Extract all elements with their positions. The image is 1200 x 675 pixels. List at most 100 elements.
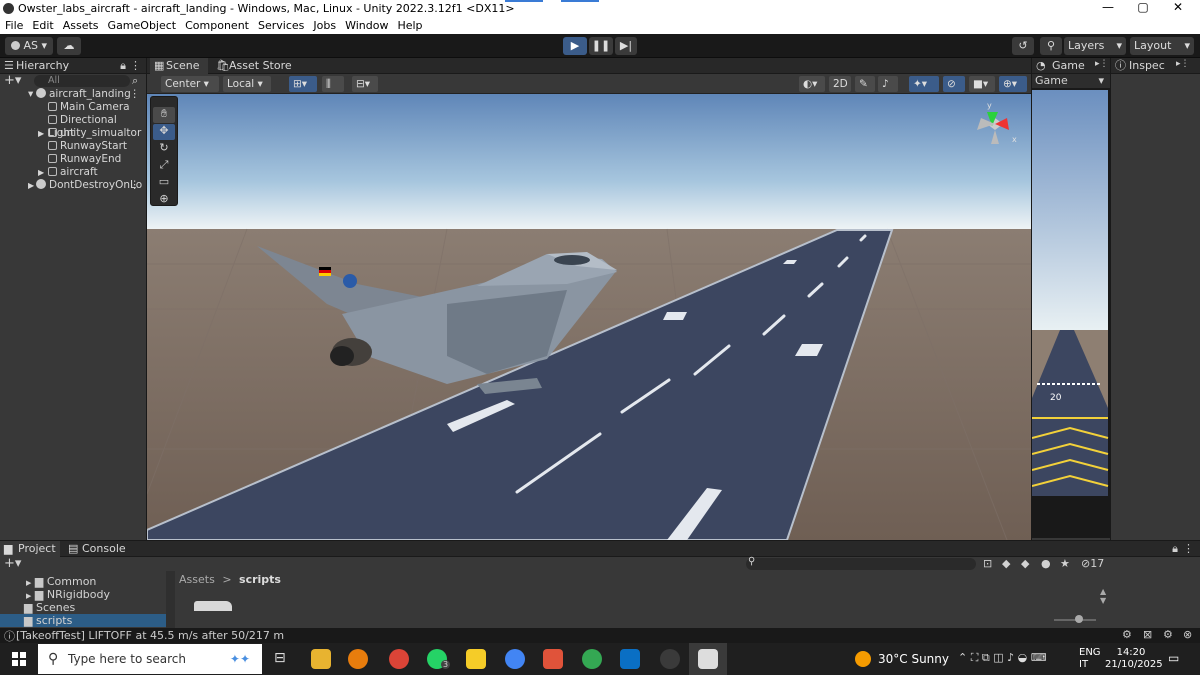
unity-taskbar-active[interactable] (689, 643, 727, 675)
search-button[interactable]: ⚲ (1040, 37, 1062, 55)
tab-console[interactable]: ▤ Console (64, 541, 126, 557)
asset-scrollbar[interactable]: ▲ ▼ (1100, 587, 1108, 611)
folder-item-nrigidbody[interactable]: ▶ ▆ NRigidbody (26, 589, 110, 601)
vscode-icon[interactable] (620, 649, 640, 669)
menu-gameobject[interactable]: GameObject (103, 18, 181, 32)
folder-item-scripts[interactable]: ▆ scripts (0, 614, 166, 627)
weather-label[interactable]: 30°C Sunny (878, 652, 949, 666)
lock-icon[interactable]: 🔒︎ (1172, 542, 1178, 556)
language-indicator[interactable]: ENG IT (1079, 647, 1101, 671)
tab-hierarchy[interactable]: Hierarchy (0, 58, 69, 74)
minimize-button[interactable]: — (1090, 0, 1126, 18)
layout-dropdown[interactable]: Layout ▾ (1130, 37, 1194, 55)
chrome-profile-icon[interactable] (505, 649, 525, 669)
warning-icon[interactable]: ● (1041, 557, 1051, 570)
menu-services[interactable]: Services (253, 18, 308, 32)
status-message[interactable]: [TakeoffTest] LIFTOFF at 45.5 m/s after … (16, 629, 284, 642)
menu-help[interactable]: Help (392, 18, 426, 32)
script-file-icon[interactable] (194, 601, 232, 611)
hierarchy-item-scene[interactable]: ▾ aircraft_landing ⋮ (0, 88, 146, 101)
lighting-toggle-button[interactable]: ✎ (855, 76, 875, 92)
file-explorer-icon[interactable] (311, 649, 331, 669)
tab-asset-store[interactable]: 🛍︎ Asset Store (213, 58, 292, 74)
scale-tool-button[interactable]: ⤢ (153, 158, 175, 174)
gizmos-button[interactable]: ⊕▾ (999, 76, 1027, 92)
tab-project[interactable]: ▆ Project (0, 541, 60, 557)
hierarchy-item-runway-end[interactable]: RunwayEnd (0, 153, 146, 166)
scene-viewport[interactable]: y x (147, 94, 1031, 540)
rotate-tool-button[interactable]: ↻ (153, 141, 175, 157)
toggle-2d-button[interactable]: 2D (829, 76, 851, 92)
hierarchy-item-runway-start[interactable]: RunwayStart (0, 140, 146, 153)
menu-file[interactable]: File (0, 18, 27, 32)
folder-item-common[interactable]: ▶ ▆ Common (26, 576, 96, 588)
account-button[interactable]: AS ▾ (5, 37, 53, 55)
tree-scrollbar[interactable] (166, 571, 175, 629)
search-options-icon[interactable]: ⌕ (132, 74, 138, 88)
pivot-dropdown[interactable]: Center ▾ (161, 76, 219, 92)
create-button[interactable]: +▾ (4, 556, 21, 571)
filter-type-icon[interactable]: ⊡ (983, 557, 992, 570)
menu-jobs[interactable]: Jobs (308, 18, 340, 32)
lock-icon[interactable]: 🔒︎ (120, 59, 126, 73)
task-view-icon[interactable]: ⊟ (274, 650, 286, 666)
hierarchy-item-directional-light[interactable]: Directional Light (0, 114, 146, 139)
lock-icon[interactable]: ▸⋮ (1176, 59, 1190, 69)
zoom-slider-handle[interactable] (1075, 615, 1083, 623)
filter-label-icon[interactable]: ◆ (1002, 557, 1010, 570)
hierarchy-item-main-camera[interactable]: Main Camera (0, 101, 146, 114)
pause-button[interactable]: ❚❚ (589, 37, 613, 55)
cloud-button[interactable]: ☁ (57, 37, 81, 55)
sticky-notes-icon[interactable] (466, 649, 486, 669)
maximize-button[interactable]: ▢ (1125, 0, 1161, 18)
play-button[interactable]: ▶ (563, 37, 587, 55)
audio-toggle-button[interactable]: ♪ (878, 76, 898, 92)
favorites-icon[interactable]: ◆ (1021, 557, 1029, 570)
more-icon[interactable]: ⋮ (130, 179, 141, 192)
rect-tool-button[interactable]: ▭ (153, 175, 175, 191)
tray-icons[interactable]: ⌃ ⛶ ⧉ ◫ ♪ ◒ ⌨ (958, 651, 1047, 665)
debug-icon[interactable]: ⚙ (1122, 628, 1132, 641)
progress-icon[interactable]: ⊠ (1143, 628, 1152, 641)
layers-dropdown[interactable]: Layers ▾ (1064, 37, 1126, 55)
space-dropdown[interactable]: Local ▾ (223, 76, 271, 92)
settings-icon[interactable]: ⚙ (1163, 628, 1173, 641)
star-icon[interactable]: ★ (1060, 557, 1070, 570)
hierarchy-item-dontdestroyonload[interactable]: ▶ DontDestroyOnLo ⋮ (0, 179, 146, 192)
game-display-dropdown[interactable]: Game ▾ (1032, 74, 1110, 88)
camera-settings-button[interactable]: ■▾ (969, 76, 995, 92)
tab-scene[interactable]: ▦ Scene (150, 58, 208, 74)
app-icon[interactable] (543, 649, 563, 669)
game-view[interactable]: 20 (1032, 88, 1110, 540)
chrome-alt-icon[interactable] (582, 649, 602, 669)
grid-toggle-button[interactable]: ⊟▾ (352, 76, 378, 92)
breadcrumb-assets[interactable]: Assets (179, 573, 215, 586)
menu-component[interactable]: Component (180, 18, 253, 32)
windows-start-button[interactable] (12, 652, 26, 666)
breadcrumb-scripts[interactable]: scripts (239, 573, 281, 586)
hierarchy-search-input[interactable]: All (34, 75, 130, 87)
chrome-icon[interactable] (389, 649, 409, 669)
more-icon[interactable]: ▸⋮ (1095, 59, 1109, 69)
more-icon[interactable]: ⋮ (1183, 542, 1194, 555)
menu-window[interactable]: Window (340, 18, 392, 32)
hand-tool-button[interactable]: ✋︎ (153, 107, 175, 123)
more-icon[interactable]: ⋮ (130, 88, 141, 101)
shading-mode-button[interactable]: ◐▾ (799, 76, 825, 92)
more-icon[interactable]: ⋮ (130, 59, 141, 72)
collab-icon[interactable]: ⊗ (1183, 628, 1192, 641)
hidden-count[interactable]: ⊘17 (1081, 557, 1104, 570)
menu-edit[interactable]: Edit (27, 18, 57, 32)
grid-snap-button[interactable]: ⊞▾ (289, 76, 317, 92)
undo-history-button[interactable]: ↺ (1012, 37, 1034, 55)
tab-game[interactable]: ◔ Game (1032, 58, 1085, 74)
menu-assets[interactable]: Assets (58, 18, 103, 32)
clock[interactable]: 14:20 21/10/2025 (1105, 647, 1163, 671)
chatgpt-icon[interactable] (660, 649, 680, 669)
hierarchy-item-aircraft[interactable]: ▶ aircraft (0, 166, 146, 179)
project-search-input[interactable]: ⚲ (746, 556, 976, 570)
transform-tool-button[interactable]: ⊕ (153, 192, 175, 208)
tab-inspector[interactable]: ⓘ Inspec (1111, 58, 1165, 74)
effects-button[interactable]: ✦▾ (909, 76, 939, 92)
move-tool-button[interactable]: ✥ (153, 124, 175, 140)
